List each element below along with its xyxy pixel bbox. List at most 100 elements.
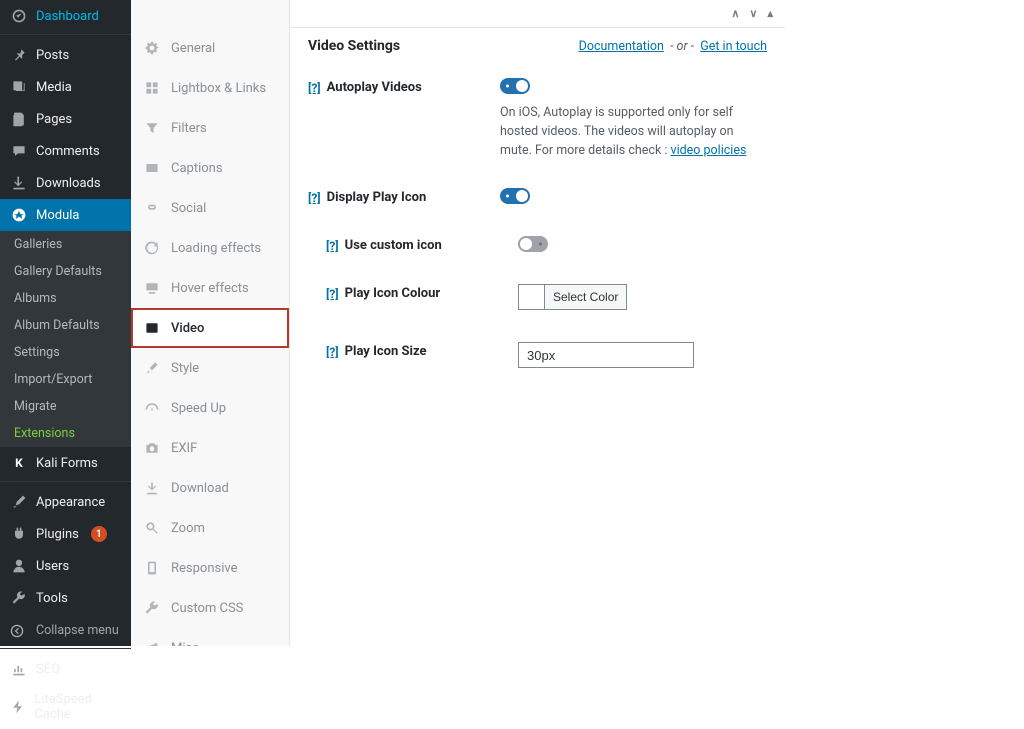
tab-video[interactable]: Video bbox=[131, 308, 289, 348]
tab-custom-css[interactable]: Custom CSS bbox=[131, 588, 289, 628]
sub-item-gallery-defaults[interactable]: Gallery Defaults bbox=[0, 258, 131, 285]
share-icon bbox=[143, 639, 161, 646]
admin-item-label: Users bbox=[36, 559, 69, 574]
tab-misc[interactable]: Misc bbox=[131, 628, 289, 646]
tab-download[interactable]: Download bbox=[131, 468, 289, 508]
sub-item-album-defaults[interactable]: Album Defaults bbox=[0, 312, 131, 339]
admin-item-comments[interactable]: Comments bbox=[0, 135, 131, 167]
admin-item-pages[interactable]: Pages bbox=[0, 103, 131, 135]
panel-collapse-icon[interactable]: ▴ bbox=[767, 7, 773, 20]
admin-sidebar: Dashboard Posts Media Pages Comments Dow… bbox=[0, 0, 131, 646]
tab-lightbox[interactable]: Lightbox & Links bbox=[131, 68, 289, 108]
gear-icon bbox=[143, 39, 161, 57]
caption-icon bbox=[143, 159, 161, 177]
field-label: Display Play Icon bbox=[327, 190, 427, 205]
collapse-menu[interactable]: Collapse menu bbox=[0, 615, 131, 646]
admin-item-kali-forms[interactable]: K Kali Forms bbox=[0, 447, 131, 479]
tab-general[interactable]: General bbox=[131, 28, 289, 68]
tab-style[interactable]: Style bbox=[131, 348, 289, 388]
tab-zoom[interactable]: Zoom bbox=[131, 508, 289, 548]
field-play-icon-colour: [?] Play Icon Colour Select Color bbox=[308, 270, 767, 328]
admin-item-plugins[interactable]: Plugins 1 bbox=[0, 518, 131, 550]
field-autoplay: [?] Autoplay Videos On iOS, Autoplay is … bbox=[308, 64, 767, 174]
field-play-icon-size: [?] Play Icon Size bbox=[308, 328, 767, 382]
admin-item-media[interactable]: Media bbox=[0, 71, 131, 103]
tab-label: Download bbox=[171, 481, 229, 496]
field-custom-icon: [?] Use custom icon bbox=[308, 222, 767, 270]
contact-link[interactable]: Get in touch bbox=[700, 39, 767, 54]
admin-item-seo[interactable]: SEO bbox=[0, 653, 131, 685]
admin-item-label: Modula bbox=[36, 208, 80, 223]
custom-icon-toggle[interactable] bbox=[518, 236, 548, 252]
content-title: Video Settings bbox=[308, 38, 400, 54]
plugin-icon bbox=[10, 525, 28, 543]
panel-down-icon[interactable]: ∨ bbox=[749, 7, 757, 20]
tab-responsive[interactable]: Responsive bbox=[131, 548, 289, 588]
wrench-icon bbox=[10, 589, 28, 607]
admin-item-tools[interactable]: Tools bbox=[0, 582, 131, 614]
brush-icon bbox=[10, 493, 28, 511]
documentation-link[interactable]: Documentation bbox=[579, 39, 664, 54]
tab-speed[interactable]: Speed Up bbox=[131, 388, 289, 428]
field-display-play: [?] Display Play Icon bbox=[308, 174, 767, 222]
admin-item-label: SEO bbox=[36, 662, 60, 677]
play-icon bbox=[143, 319, 161, 337]
link-icon bbox=[143, 199, 161, 217]
sub-item-migrate[interactable]: Migrate bbox=[0, 393, 131, 420]
tab-filters[interactable]: Filters bbox=[131, 108, 289, 148]
dashboard-icon bbox=[10, 7, 28, 25]
tab-label: Social bbox=[171, 201, 206, 216]
sub-item-galleries[interactable]: Galleries bbox=[0, 231, 131, 258]
help-icon[interactable]: [?] bbox=[326, 287, 339, 301]
tab-label: EXIF bbox=[171, 441, 197, 456]
color-picker[interactable]: Select Color bbox=[518, 284, 627, 310]
autoplay-help: On iOS, Autoplay is supported only for s… bbox=[500, 104, 767, 160]
admin-item-litespeed[interactable]: LiteSpeed Cache bbox=[0, 685, 131, 729]
tab-exif[interactable]: EXIF bbox=[131, 428, 289, 468]
wrench2-icon bbox=[143, 599, 161, 617]
tab-loading[interactable]: Loading effects bbox=[131, 228, 289, 268]
tab-captions[interactable]: Captions bbox=[131, 148, 289, 188]
color-swatch bbox=[518, 284, 544, 310]
tab-hover[interactable]: Hover effects bbox=[131, 268, 289, 308]
bolt-icon bbox=[10, 698, 26, 716]
panel-up-icon[interactable]: ∧ bbox=[731, 7, 739, 20]
admin-item-dashboard[interactable]: Dashboard bbox=[0, 0, 131, 32]
hover-icon bbox=[143, 279, 161, 297]
tab-label: Loading effects bbox=[171, 241, 261, 256]
tab-label: Filters bbox=[171, 121, 207, 136]
video-policies-link[interactable]: video policies bbox=[671, 143, 747, 158]
admin-item-label: Media bbox=[36, 80, 72, 95]
help-icon[interactable]: [?] bbox=[308, 81, 321, 95]
media-icon bbox=[10, 78, 28, 96]
help-icon[interactable]: [?] bbox=[308, 191, 321, 205]
tab-label: Custom CSS bbox=[171, 601, 243, 616]
admin-item-downloads[interactable]: Downloads bbox=[0, 167, 131, 199]
admin-item-users[interactable]: Users bbox=[0, 550, 131, 582]
modula-icon bbox=[10, 206, 28, 224]
play-icon-size-input[interactable] bbox=[518, 342, 694, 368]
help-icon[interactable]: [?] bbox=[326, 345, 339, 359]
admin-item-label: Pages bbox=[36, 112, 72, 127]
sub-item-import-export[interactable]: Import/Export bbox=[0, 366, 131, 393]
sub-item-extensions[interactable]: Extensions bbox=[0, 420, 131, 447]
refresh-icon bbox=[143, 239, 161, 257]
tab-label: Zoom bbox=[171, 521, 205, 536]
pin-icon bbox=[10, 46, 28, 64]
sub-item-albums[interactable]: Albums bbox=[0, 285, 131, 312]
tab-social[interactable]: Social bbox=[131, 188, 289, 228]
autoplay-toggle[interactable] bbox=[500, 78, 530, 94]
admin-item-posts[interactable]: Posts bbox=[0, 39, 131, 71]
admin-item-label: Dashboard bbox=[36, 9, 99, 24]
tab-label: Style bbox=[171, 361, 199, 376]
select-color-button[interactable]: Select Color bbox=[544, 284, 627, 310]
tab-label: Hover effects bbox=[171, 281, 249, 296]
admin-item-label: Kali Forms bbox=[36, 456, 98, 471]
admin-item-modula[interactable]: Modula bbox=[0, 199, 131, 231]
sub-item-settings[interactable]: Settings bbox=[0, 339, 131, 366]
admin-item-label: Downloads bbox=[36, 176, 101, 191]
phone-icon bbox=[143, 559, 161, 577]
help-icon[interactable]: [?] bbox=[326, 239, 339, 253]
admin-item-appearance[interactable]: Appearance bbox=[0, 486, 131, 518]
display-play-toggle[interactable] bbox=[500, 188, 530, 204]
